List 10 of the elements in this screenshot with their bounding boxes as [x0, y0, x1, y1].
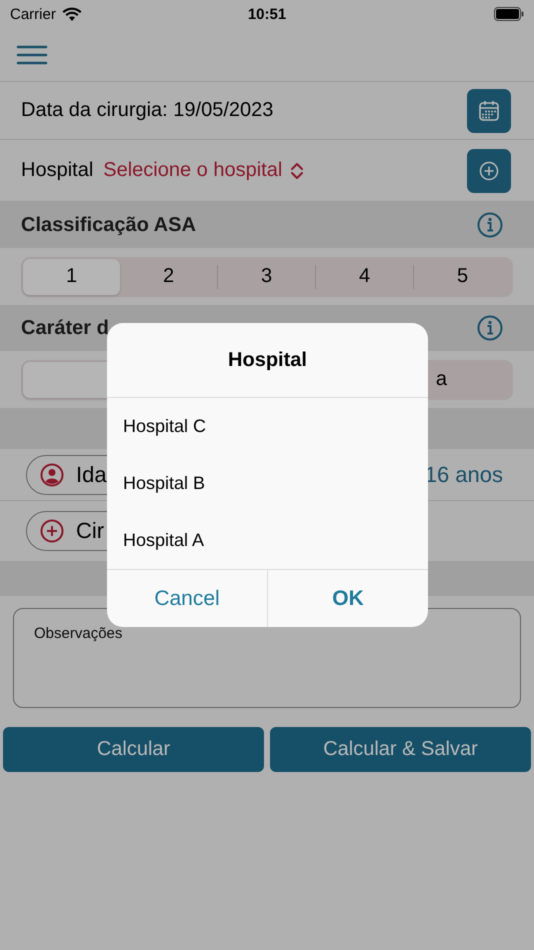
status-time: 10:51: [246, 6, 288, 22]
hospital-label: Hospital: [21, 159, 94, 182]
field-label: Cir: [76, 518, 104, 544]
field-label: Ida: [76, 462, 107, 488]
surgery-date-label: Data da cirurgia: 19/05/2023: [21, 99, 274, 122]
carrier-label: Carrier: [10, 6, 56, 22]
section-title: Caráter d: [21, 316, 109, 340]
section-title: Classificação ASA: [21, 214, 196, 236]
field-value: 16 anos: [424, 462, 503, 488]
dialog-title: Hospital: [107, 323, 428, 398]
